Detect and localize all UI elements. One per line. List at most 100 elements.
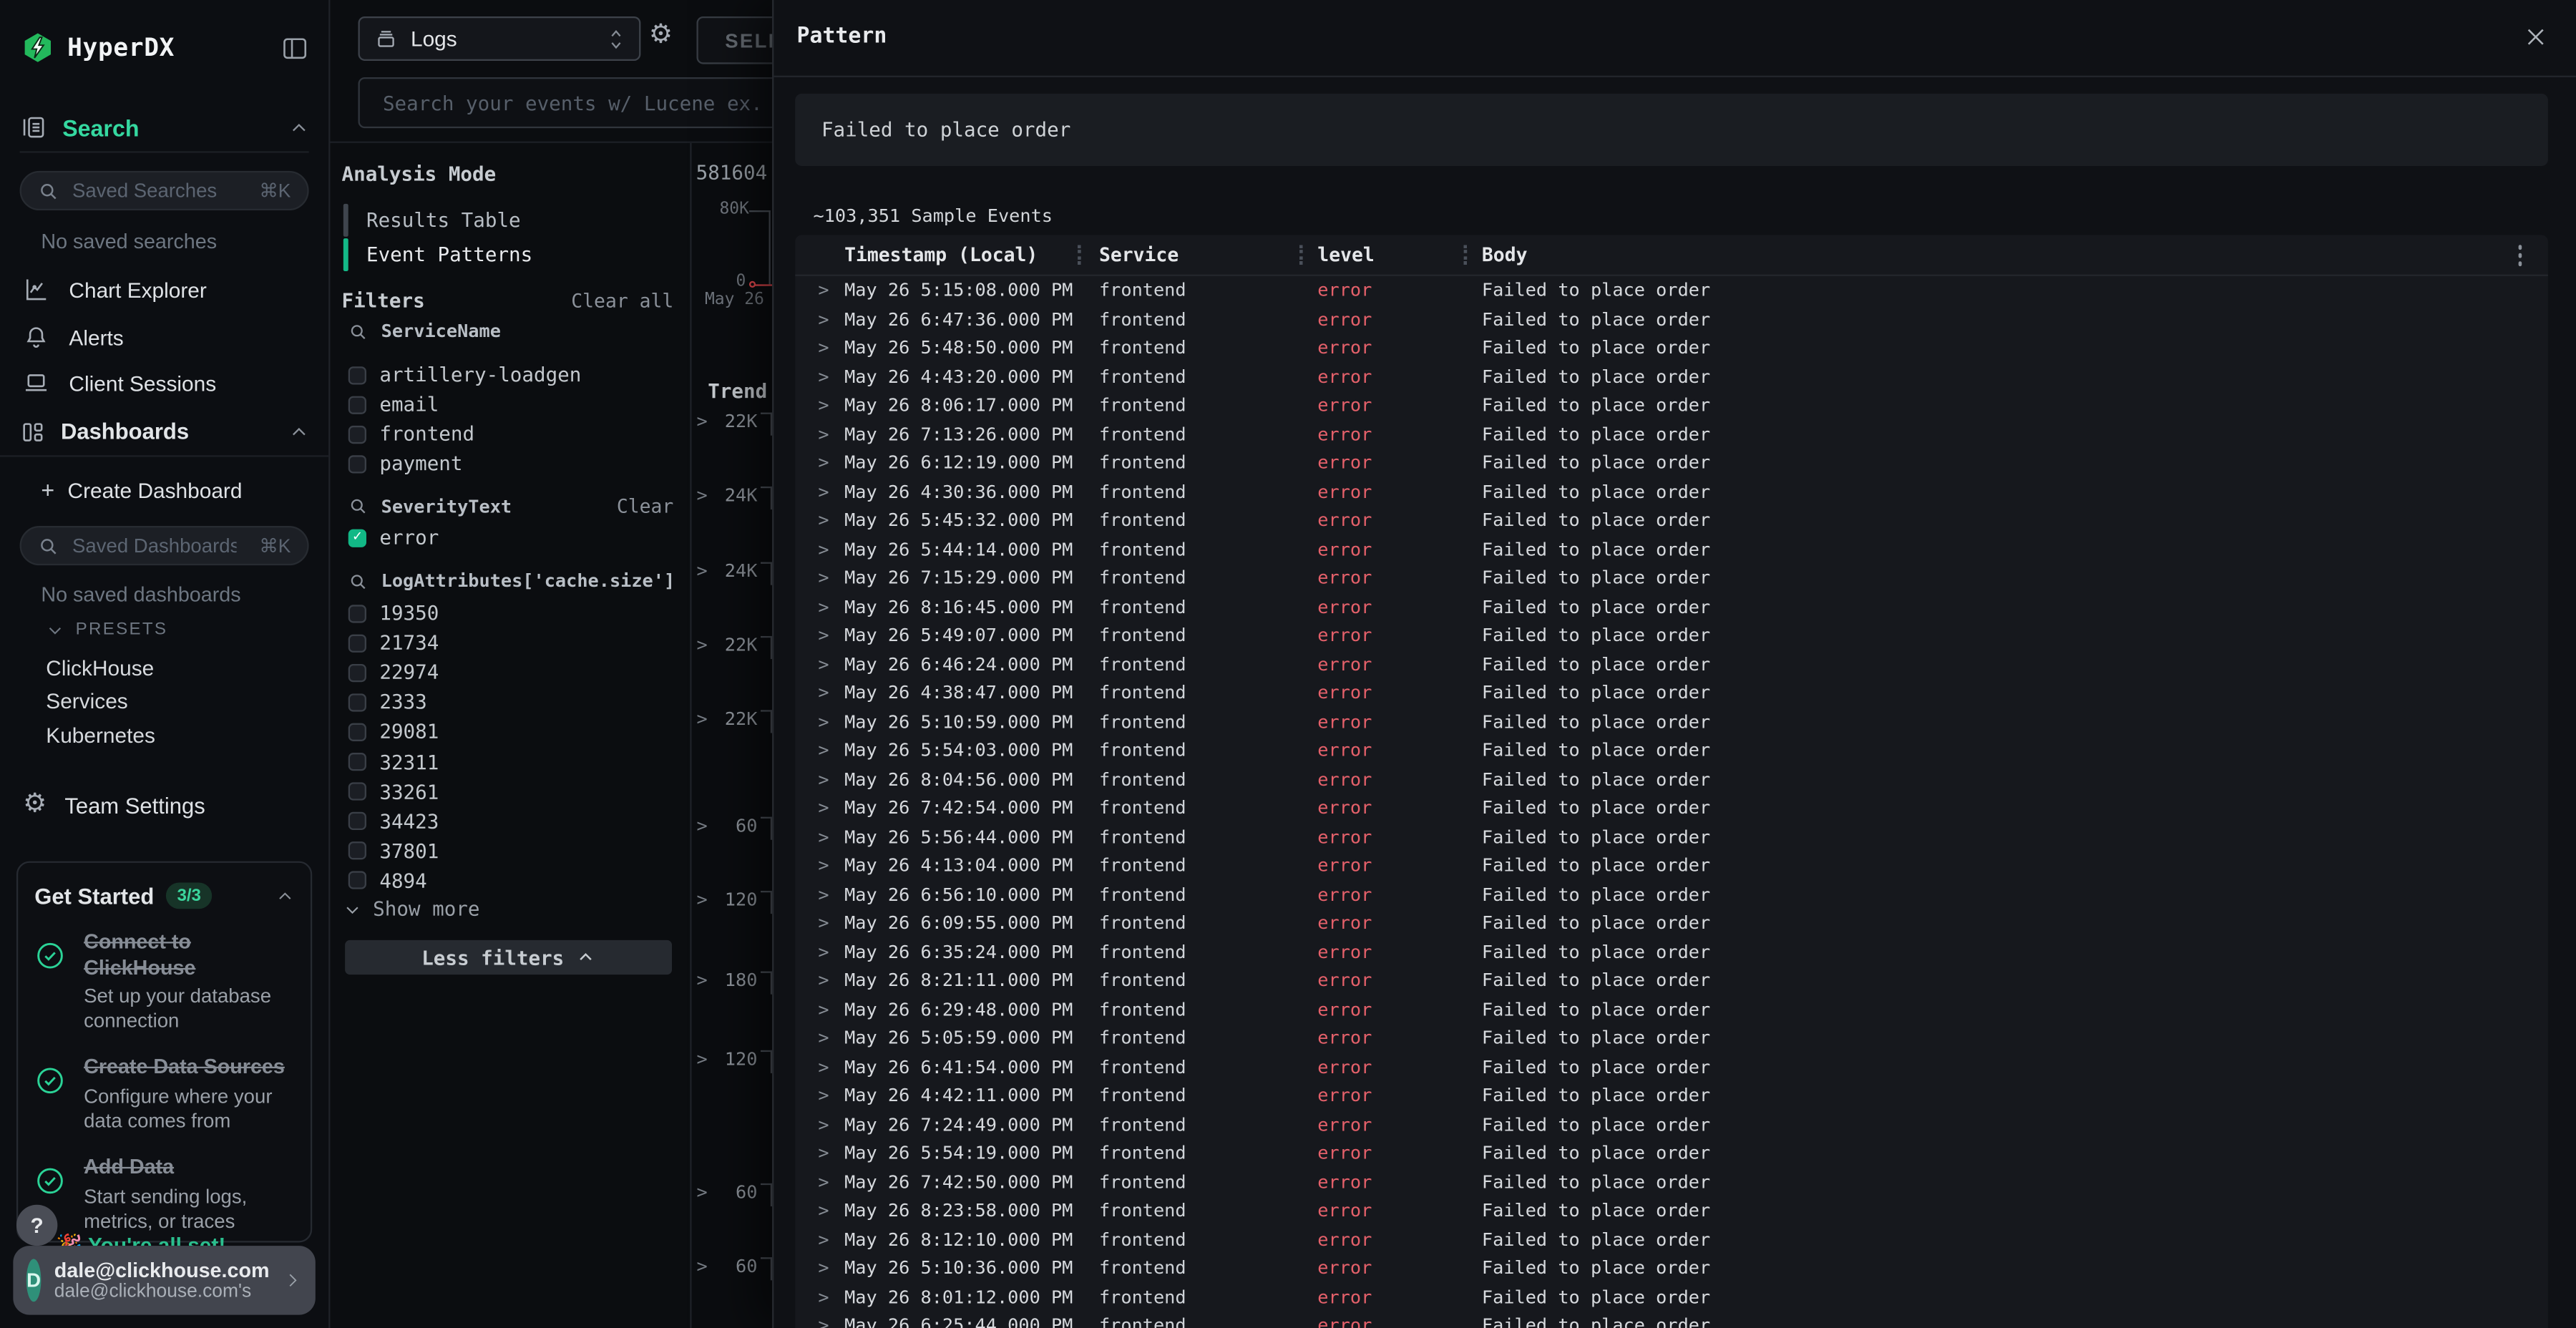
expand-chevron-icon[interactable]: > xyxy=(818,740,829,761)
saved-dashboards-field[interactable] xyxy=(69,532,240,559)
expand-chevron-icon[interactable]: > xyxy=(818,308,829,330)
help-button[interactable]: ? xyxy=(16,1205,57,1246)
column-separator[interactable] xyxy=(1078,245,1081,265)
checkbox[interactable] xyxy=(348,663,366,681)
event-row[interactable]: > May 26 4:13:04.000 PM frontend error F… xyxy=(795,851,2548,880)
preset-kubernetes[interactable]: Kubernetes xyxy=(46,718,155,751)
saved-searches-input[interactable]: ⌘K xyxy=(20,171,309,210)
pattern-row-trend[interactable]: > 120 xyxy=(692,1045,774,1073)
less-filters-button[interactable]: Less filters xyxy=(345,940,672,975)
expand-chevron-icon[interactable]: > xyxy=(818,1027,829,1049)
event-row[interactable]: > May 26 5:49:07.000 PM frontend error F… xyxy=(795,621,2548,650)
pattern-row-trend[interactable]: > 22K xyxy=(692,408,774,436)
show-more-link[interactable]: Show more xyxy=(343,897,480,920)
filter-checkbox-row[interactable]: ✓ error xyxy=(348,524,660,551)
mode-results-table[interactable]: Results Table xyxy=(343,204,672,237)
expand-chevron-icon[interactable]: > xyxy=(696,1182,707,1204)
column-separator[interactable] xyxy=(1464,245,1468,265)
event-row[interactable]: > May 26 5:10:59.000 PM frontend error F… xyxy=(795,708,2548,736)
mode-event-patterns[interactable]: Event Patterns xyxy=(343,238,672,271)
filter-checkbox-row[interactable]: 37801 xyxy=(348,838,660,864)
checkbox[interactable] xyxy=(348,753,366,771)
event-row[interactable]: > May 26 4:42:11.000 PM frontend error F… xyxy=(795,1081,2548,1110)
filter-checkbox-row[interactable]: artillery-loadgen xyxy=(348,361,660,388)
event-row[interactable]: > May 26 5:54:19.000 PM frontend error F… xyxy=(795,1139,2548,1168)
pattern-row-trend[interactable]: > 60 xyxy=(692,812,774,840)
column-header-service[interactable]: Service xyxy=(1099,243,1179,266)
filter-checkbox-row[interactable]: 4894 xyxy=(348,868,660,894)
event-row[interactable]: > May 26 5:15:08.000 PM frontend error F… xyxy=(795,276,2548,305)
event-row[interactable]: > May 26 5:54:03.000 PM frontend error F… xyxy=(795,736,2548,765)
get-started-header[interactable]: Get Started 3/3 xyxy=(34,882,294,909)
user-menu[interactable]: D dale@clickhouse.com dale@clickhouse.co… xyxy=(13,1246,315,1314)
event-row[interactable]: > May 26 8:01:12.000 PM frontend error F… xyxy=(795,1283,2548,1312)
get-started-item[interactable]: Add Data Start sending logs, metrics, or… xyxy=(34,1156,294,1234)
filter-checkbox-row[interactable]: 21734 xyxy=(348,630,660,656)
column-header-timestamp[interactable]: Timestamp (Local) xyxy=(844,243,1038,266)
expand-chevron-icon[interactable]: > xyxy=(818,1171,829,1193)
expand-chevron-icon[interactable]: > xyxy=(818,1056,829,1078)
filter-checkbox-row[interactable]: frontend xyxy=(348,421,660,447)
sidebar-section-dashboards[interactable]: Dashboards xyxy=(20,408,309,456)
expand-chevron-icon[interactable]: > xyxy=(818,1142,829,1163)
clear-all-filters-link[interactable]: Clear all xyxy=(571,289,673,312)
expand-chevron-icon[interactable]: > xyxy=(696,411,707,432)
expand-chevron-icon[interactable]: > xyxy=(818,682,829,703)
event-row[interactable]: > May 26 6:09:55.000 PM frontend error F… xyxy=(795,909,2548,937)
event-row[interactable]: > May 26 8:06:17.000 PM frontend error F… xyxy=(795,391,2548,420)
filter-checkbox-row[interactable]: 32311 xyxy=(348,748,660,775)
pattern-row-trend[interactable]: > 24K xyxy=(692,482,774,509)
pattern-row-trend[interactable]: > 180 xyxy=(692,967,774,995)
sidebar-item-alerts[interactable]: Alerts xyxy=(0,314,328,360)
expand-chevron-icon[interactable]: > xyxy=(818,1257,829,1279)
event-row[interactable]: > May 26 5:56:44.000 PM frontend error F… xyxy=(795,823,2548,851)
checkbox[interactable] xyxy=(348,842,366,860)
event-row[interactable]: > May 26 5:05:59.000 PM frontend error F… xyxy=(795,1024,2548,1053)
event-row[interactable]: > May 26 5:45:32.000 PM frontend error F… xyxy=(795,506,2548,534)
event-row[interactable]: > May 26 8:23:58.000 PM frontend error F… xyxy=(795,1196,2548,1225)
checkbox[interactable] xyxy=(348,395,366,413)
expand-chevron-icon[interactable]: > xyxy=(818,1113,829,1135)
expand-chevron-icon[interactable]: > xyxy=(818,884,829,905)
sidebar-item-chart-explorer[interactable]: Chart Explorer xyxy=(0,266,328,312)
expand-chevron-icon[interactable]: > xyxy=(696,889,707,911)
get-started-item[interactable]: Connect to ClickHouse Set up your databa… xyxy=(34,930,294,1034)
event-row[interactable]: > May 26 6:35:24.000 PM frontend error F… xyxy=(795,937,2548,966)
expand-chevron-icon[interactable]: > xyxy=(818,337,829,358)
filter-checkbox-row[interactable]: 19350 xyxy=(348,600,660,626)
checkbox[interactable] xyxy=(348,454,366,472)
presets-toggle[interactable]: PRESETS xyxy=(46,620,167,640)
preset-clickhouse[interactable]: ClickHouse xyxy=(46,651,154,684)
event-row[interactable]: > May 26 7:15:29.000 PM frontend error F… xyxy=(795,564,2548,592)
event-row[interactable]: > May 26 6:29:48.000 PM frontend error F… xyxy=(795,995,2548,1024)
expand-chevron-icon[interactable]: > xyxy=(818,366,829,387)
search-icon[interactable] xyxy=(348,571,369,591)
pattern-row-trend[interactable]: > 60 xyxy=(692,1178,774,1206)
filter-checkbox-row[interactable]: payment xyxy=(348,450,660,477)
expand-chevron-icon[interactable]: > xyxy=(696,970,707,991)
expand-chevron-icon[interactable]: > xyxy=(696,1048,707,1070)
expand-chevron-icon[interactable]: > xyxy=(818,970,829,991)
expand-chevron-icon[interactable]: > xyxy=(818,481,829,502)
expand-chevron-icon[interactable]: > xyxy=(818,509,829,531)
expand-chevron-icon[interactable]: > xyxy=(818,797,829,819)
expand-chevron-icon[interactable]: > xyxy=(696,560,707,582)
expand-chevron-icon[interactable]: > xyxy=(818,941,829,962)
event-row[interactable]: > May 26 5:48:50.000 PM frontend error F… xyxy=(795,333,2548,362)
pattern-row-trend[interactable]: > 22K xyxy=(692,705,774,733)
event-row[interactable]: > May 26 4:30:36.000 PM frontend error F… xyxy=(795,477,2548,506)
filter-checkbox-row[interactable]: 29081 xyxy=(348,719,660,746)
pattern-row-trend[interactable]: > 120 xyxy=(692,886,774,914)
checkbox[interactable]: ✓ xyxy=(348,528,366,546)
event-row[interactable]: > May 26 7:42:54.000 PM frontend error F… xyxy=(795,794,2548,822)
expand-chevron-icon[interactable]: > xyxy=(818,998,829,1020)
filter-checkbox-row[interactable]: 22974 xyxy=(348,660,660,686)
event-row[interactable]: > May 26 6:56:10.000 PM frontend error F… xyxy=(795,880,2548,909)
expand-chevron-icon[interactable]: > xyxy=(818,768,829,790)
checkbox[interactable] xyxy=(348,693,366,711)
event-row[interactable]: > May 26 7:13:26.000 PM frontend error F… xyxy=(795,420,2548,449)
create-dashboard-button[interactable]: + Create Dashboard xyxy=(0,467,328,512)
checkbox[interactable] xyxy=(348,604,366,622)
event-row[interactable]: > May 26 4:38:47.000 PM frontend error F… xyxy=(795,679,2548,708)
preset-services[interactable]: Services xyxy=(46,684,127,717)
